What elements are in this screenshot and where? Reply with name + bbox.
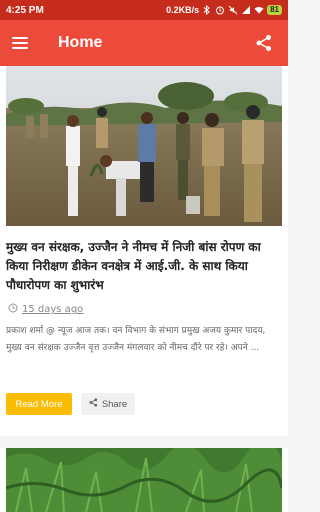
wifi-icon <box>254 5 264 15</box>
article-summary: प्रकाश शर्मा @ न्यूज आज तक। वन विभाग के … <box>6 326 266 353</box>
share-icon[interactable] <box>252 31 276 55</box>
mute-icon <box>228 5 238 15</box>
hamburger-menu-icon[interactable] <box>12 31 36 55</box>
battery-icon: 81 <box>267 5 282 15</box>
read-more-button[interactable]: Read More <box>6 393 72 415</box>
share-button-label: Share <box>101 398 128 410</box>
share-icon <box>89 398 98 410</box>
article-card[interactable] <box>0 448 288 512</box>
status-time: 4:25 PM <box>6 4 44 16</box>
status-icons: 0.2KB/s 81 <box>166 5 282 15</box>
app-bar: Home <box>0 20 288 66</box>
signal-icon <box>241 5 251 15</box>
article-date: 15 days ago <box>8 303 83 316</box>
alarm-icon <box>215 5 225 15</box>
article-card[interactable]: मुख्य वन संरक्षक, उज्जैन ने नीमच में निज… <box>0 66 288 436</box>
article-image[interactable] <box>6 66 282 226</box>
article-image[interactable] <box>6 448 282 512</box>
clock-icon <box>8 303 18 316</box>
article-title[interactable]: मुख्य वन संरक्षक, उज्जैन ने नीमच में निज… <box>6 238 282 295</box>
share-button[interactable]: Share <box>81 393 135 415</box>
page-title: Home <box>58 34 103 51</box>
network-speed: 0.2KB/s <box>166 5 200 15</box>
bluetooth-icon <box>202 5 212 15</box>
status-bar: 4:25 PM 0.2KB/s 81 <box>0 0 288 20</box>
article-date-label: 15 days ago <box>22 304 84 315</box>
